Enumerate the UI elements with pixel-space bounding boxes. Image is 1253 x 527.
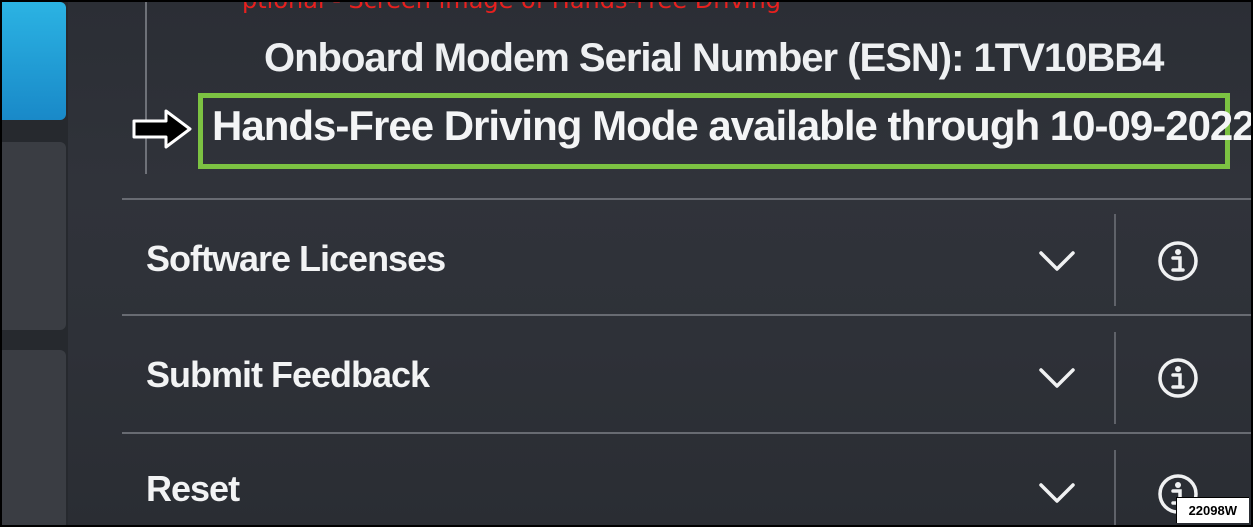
figure-code: 22098W [1175,497,1249,523]
left-rail [2,2,68,525]
rail-button-2[interactable] [2,142,66,330]
info-icon[interactable] [1156,356,1200,400]
esn-line: Onboard Modem Serial Number (ESN): 1TV10… [264,36,1164,80]
row-label-submit-feedback[interactable]: Submit Feedback [146,354,430,396]
screen-photo: ptional - Screen image of Hands-Free Dri… [0,0,1253,527]
row-vertical-divider [1114,450,1116,525]
row-vertical-divider [1114,214,1116,306]
arrow-right-icon [132,109,192,149]
rail-button-active[interactable] [2,2,66,120]
rail-button-3[interactable] [2,350,66,525]
hands-free-status: Hands-Free Driving Mode available throug… [212,102,1253,149]
row-divider [122,314,1251,316]
row-divider [122,432,1251,434]
row-vertical-divider [1114,332,1116,424]
caption-clipped: ptional - Screen image of Hands-Free Dri… [242,0,782,14]
row-label-software-licenses[interactable]: Software Licenses [146,238,446,280]
row-label-reset[interactable]: Reset [146,468,240,510]
chevron-down-icon[interactable] [1038,367,1076,389]
chevron-down-icon[interactable] [1038,482,1076,504]
chevron-down-icon[interactable] [1038,250,1076,272]
row-divider [122,198,1251,200]
info-icon[interactable] [1156,239,1200,283]
